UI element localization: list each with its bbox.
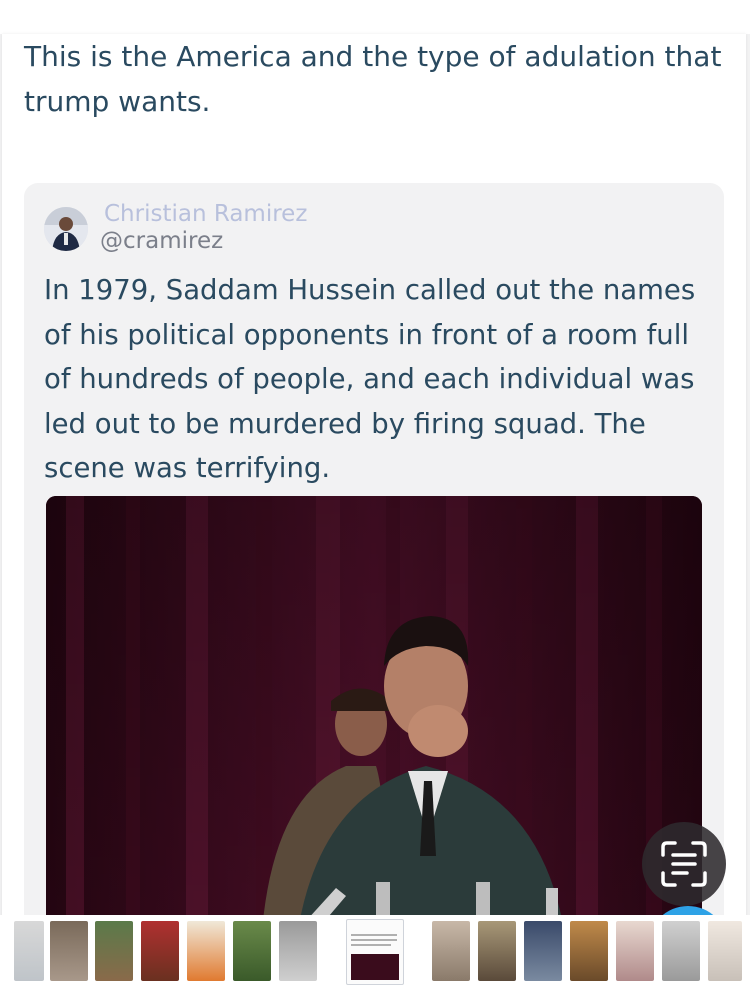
thumbnail[interactable]	[233, 921, 271, 981]
avatar[interactable]	[44, 207, 88, 251]
avatar-image	[44, 207, 88, 251]
text-scan-button[interactable]	[642, 822, 726, 906]
thumbnail[interactable]	[708, 921, 742, 981]
thumbnail[interactable]	[279, 921, 317, 981]
thumbnail[interactable]	[432, 921, 470, 981]
tweet-media[interactable]	[46, 496, 702, 943]
thumbnail[interactable]	[570, 921, 608, 981]
thumbnail[interactable]	[187, 921, 225, 981]
thumbnail[interactable]	[14, 921, 44, 981]
thumbnail[interactable]	[95, 921, 133, 981]
embedded-tweet[interactable]: Christian Ramirez @cramirez In 1979, Sad…	[24, 183, 724, 943]
thumbnail[interactable]	[50, 921, 88, 981]
thumbnail-strip[interactable]	[0, 915, 750, 990]
thumbnail[interactable]	[478, 921, 516, 981]
post-text: This is the America and the type of adul…	[24, 40, 722, 118]
thumbnail[interactable]	[662, 921, 700, 981]
tweet-text: In 1979, Saddam Hussein called out the n…	[44, 274, 696, 484]
text-scan-icon	[661, 841, 707, 887]
video-still-image	[46, 496, 702, 943]
post-container: This is the America and the type of adul…	[2, 34, 746, 990]
thumbnail-current[interactable]	[346, 919, 404, 985]
thumbnail[interactable]	[524, 921, 562, 981]
thumbnail[interactable]	[616, 921, 654, 981]
thumbnail[interactable]	[141, 921, 179, 981]
author-name[interactable]: Christian Ramirez	[104, 201, 307, 227]
top-bar	[0, 0, 750, 34]
author-handle[interactable]: @cramirez	[100, 228, 223, 254]
